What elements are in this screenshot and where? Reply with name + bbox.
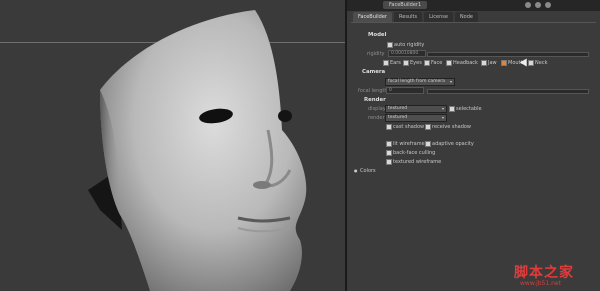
auto-rigidity-label: auto rigidity [394,42,425,48]
display-dropdown[interactable]: textured ▾ [385,105,447,113]
lit-wireframe-checkbox[interactable] [386,141,392,147]
textured-wireframe-label: textured wireframe [393,159,442,165]
model-section-title: Model [368,32,387,38]
cast-shadow-label: cast shadow [393,124,425,130]
camera-section-title: Camera [362,69,386,75]
face-label: Face [431,60,443,66]
chevron-down-icon: ▾ [441,106,444,111]
eyes-checkbox[interactable] [403,60,409,66]
selectable-checkbox[interactable] [449,106,455,112]
render-dropdown[interactable]: textured ▾ [385,114,447,122]
focal-length-mode-value: focal length from camera [388,79,445,84]
panel-titlebar: FaceBuilder1 [347,0,600,11]
tab-facebuilder[interactable]: FaceBuilder [353,12,392,22]
headback-label: Headback [453,60,478,66]
back-face-culling-label: back-face culling [393,150,436,156]
panel-title: FaceBuilder1 [383,1,428,9]
jaw-checkbox[interactable] [481,60,487,66]
close-icon[interactable] [545,2,551,8]
face-checkbox[interactable] [424,60,430,66]
tab-results[interactable]: Results [394,12,423,22]
render-label: render [368,115,385,121]
focal-length-label: focal length [358,88,388,94]
watermark-text: 脚本之家 [514,265,574,281]
textured-wireframe-checkbox[interactable] [386,159,392,165]
3d-viewport[interactable] [0,0,345,291]
focal-length-mode-dropdown[interactable]: focal length from camera ▾ [385,78,455,86]
adaptive-opacity-checkbox[interactable] [425,141,431,147]
tab-license[interactable]: License [424,12,453,22]
ears-label: Ears [390,60,401,66]
receive-shadow-label: receive shadow [432,124,472,130]
minimize-icon[interactable] [525,2,531,8]
mouth-checkbox[interactable] [501,60,507,66]
chevron-down-icon: ▾ [449,79,452,84]
neck-label: Neck [535,60,548,66]
focal-length-slider[interactable] [427,89,589,94]
lit-wireframe-label: lit wireframe [393,141,425,147]
back-face-culling-checkbox[interactable] [386,150,392,156]
jaw-label: Jaw [488,60,497,66]
chevron-down-icon: ▾ [441,115,444,120]
selectable-label: selectable [456,106,482,112]
cast-shadow-checkbox[interactable] [386,124,392,130]
tab-node[interactable]: Node [454,12,478,22]
headback-checkbox[interactable] [446,60,452,66]
watermark-url: www.jb51.net [520,280,561,287]
rigidity-label: rigidity [367,51,385,57]
render-section-title: Render [364,97,386,103]
panel-tabs: FaceBuilder Results License Node [353,12,478,22]
rigidity-slider[interactable] [427,52,589,57]
auto-rigidity-checkbox[interactable] [387,42,393,48]
adaptive-opacity-label: adaptive opacity [432,141,474,147]
colors-expand-icon[interactable]: ● [354,168,358,173]
focal-length-field[interactable]: 0 [386,87,424,94]
display-value: textured [388,106,408,111]
display-label: display [368,106,386,112]
face-mesh[interactable] [0,0,345,291]
eyes-label: Eyes [410,60,422,66]
render-value: textured [388,115,408,120]
properties-panel: FaceBuilder1 FaceBuilder Results License… [345,0,600,291]
receive-shadow-checkbox[interactable] [425,124,431,130]
colors-section-title[interactable]: Colors [360,168,376,174]
rigidity-field[interactable]: 0.00010800 [388,50,426,57]
panel-body: Model auto rigidity rigidity 0.00010800 … [351,22,596,291]
ears-checkbox[interactable] [383,60,389,66]
float-icon[interactable] [535,2,541,8]
